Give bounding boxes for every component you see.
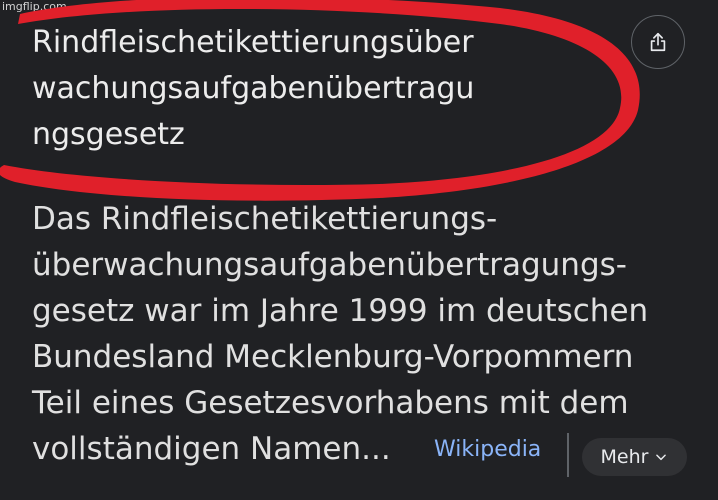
more-button-label: Mehr [600, 446, 649, 468]
snippet-line: überwachungsaufgabenübertragungs- [32, 247, 627, 283]
more-button[interactable]: Mehr [582, 438, 687, 476]
share-button[interactable] [631, 15, 685, 69]
title-line: Rindfleischetikettierungsüber [32, 25, 474, 60]
share-icon [650, 32, 666, 52]
snippet-line: gesetz war im Jahre 1999 im deutschen [32, 293, 649, 329]
snippet-line: Das Rindfleischetikettierungs- [32, 201, 498, 237]
source-link-wikipedia[interactable]: Wikipedia [434, 437, 541, 462]
title-line: ngsgesetz [32, 117, 185, 152]
imgflip-watermark: imgflip.com [2, 0, 67, 13]
title-line: wachungsaufgabenübertragu [32, 71, 475, 106]
result-title[interactable]: Rindfleischetikettierungsüber wachungsau… [32, 20, 592, 158]
chevron-down-icon [656, 454, 667, 461]
snippet-line: Teil eines Gesetzesvorhabens mit dem [32, 385, 629, 421]
snippet-line: Bundesland Mecklenburg-Vorpommern [32, 339, 634, 375]
result-snippet: Das Rindfleischetikettierungs- überwachu… [32, 196, 702, 472]
divider [567, 433, 569, 477]
